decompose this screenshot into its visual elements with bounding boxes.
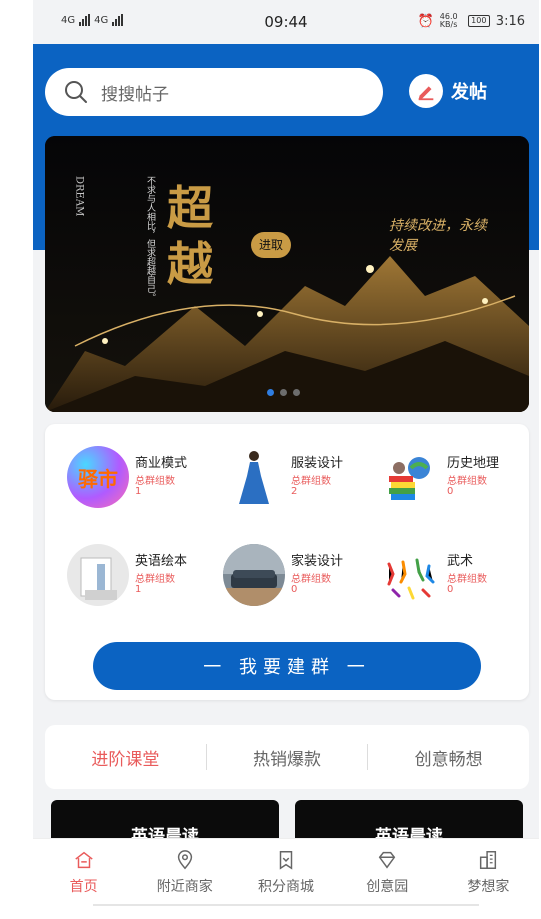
banner-carousel[interactable]: DREAM 不求与人相比，但求超越自己。 超越 进取 持续改进，永续发展 [45,136,529,412]
home-icon [74,851,93,869]
category-label: 总群组数 [447,574,487,585]
tab-hot-sales[interactable]: 热销爆款 [207,745,368,770]
phone-screen: 4G 4G 09:44 ⏰ 46.0 KB/s 100 3:16 搜搜帖子 发帖 [33,0,539,919]
category-count: 2 [291,486,298,497]
home-indicator [93,904,479,906]
post-button[interactable]: 发帖 [409,74,487,108]
diamond-icon [378,851,396,869]
category-item[interactable]: 家装设计 总群组数 0 [223,544,373,610]
nav-label: 梦想家 [467,879,510,895]
alarm-icon: ⏰ [417,13,434,29]
category-name: 英语绘本 [135,554,188,569]
nav-label: 创意园 [366,879,409,895]
category-count: 0 [447,486,454,497]
banner-badge: 进取 [251,232,291,258]
location-icon [177,850,192,870]
category-name: 历史地理 [447,456,500,471]
category-thumb [223,446,285,508]
category-item[interactable]: 历史地理 总群组数 0 [379,446,529,512]
category-grid: 驿市 商业模式 总群组数 1 服装设计 总群组数 2 历史地理 总群组数 0 英… [45,424,529,700]
category-item[interactable]: 驿市 商业模式 总群组数 1 [67,446,217,512]
search-icon [65,81,87,103]
nav-creative-park[interactable]: 创意园 [337,839,438,919]
nav-label: 积分商城 [258,879,314,895]
category-item[interactable]: 武术 总群组数 0 [379,544,529,610]
banner-title: 超越 [167,181,213,291]
content-tabs: 进阶课堂 热销爆款 创意畅想 [45,725,529,789]
category-label: 总群组数 [447,476,487,487]
category-name: 商业模式 [135,456,188,471]
search-placeholder: 搜搜帖子 [101,84,169,105]
building-icon [480,851,497,869]
category-thumb [379,446,441,508]
category-name: 武术 [447,554,474,569]
banner-vertical-text: 不求与人相比，但求超越自己。 [145,176,155,302]
battery-icon: 100 [467,15,490,27]
thumb-text: 驿市 [78,466,118,491]
nav-label: 首页 [69,879,98,895]
category-name: 服装设计 [291,456,344,471]
create-group-button[interactable]: 一 我要建群 一 [93,642,481,690]
banner-image: DREAM [45,136,529,412]
status-right: ⏰ 46.0 KB/s 100 3:16 [418,13,525,29]
search-input[interactable]: 搜搜帖子 [45,68,383,116]
status-right-time: 3:16 [495,13,525,29]
category-count: 1 [135,584,142,595]
nav-home[interactable]: 首页 [33,839,134,919]
category-item[interactable]: 服装设计 总群组数 2 [223,446,373,512]
category-count: 0 [447,584,454,595]
nav-dreamer[interactable]: 梦想家 [438,839,539,919]
carousel-dot[interactable] [293,389,300,396]
banner-slogan: 持续改进，永续发展 [389,218,487,254]
nav-points-mall[interactable]: 积分商城 [235,839,336,919]
banner-english: DREAM [74,176,85,216]
net-speed: 46.0 KB/s [439,12,458,29]
nav-nearby[interactable]: 附近商家 [134,839,235,919]
status-bar: 4G 4G 09:44 ⏰ 46.0 KB/s 100 3:16 [33,0,539,44]
bottom-nav: 首页 附近商家 积分商城 创意园 梦想家 [33,838,539,919]
bookmark-icon [279,851,293,870]
carousel-indicator[interactable] [267,389,300,396]
carousel-dot[interactable] [267,389,274,396]
tab-creative-ideas[interactable]: 创意畅想 [368,745,529,770]
category-count: 0 [291,584,298,595]
category-count: 1 [135,486,142,497]
category-name: 家装设计 [291,554,344,569]
post-label: 发帖 [451,82,487,103]
category-label: 总群组数 [291,476,331,487]
category-thumb [67,544,129,606]
category-label: 总群组数 [135,574,175,585]
pen-icon [409,74,443,108]
nav-label: 附近商家 [156,879,213,895]
category-label: 总群组数 [135,476,175,487]
tab-advanced-class[interactable]: 进阶课堂 [45,745,206,770]
category-thumb [379,544,441,606]
category-label: 总群组数 [291,574,331,585]
category-thumb [223,544,285,606]
category-item[interactable]: 英语绘本 总群组数 1 [67,544,217,610]
carousel-dot[interactable] [280,389,287,396]
category-thumb: 驿市 [67,446,129,508]
